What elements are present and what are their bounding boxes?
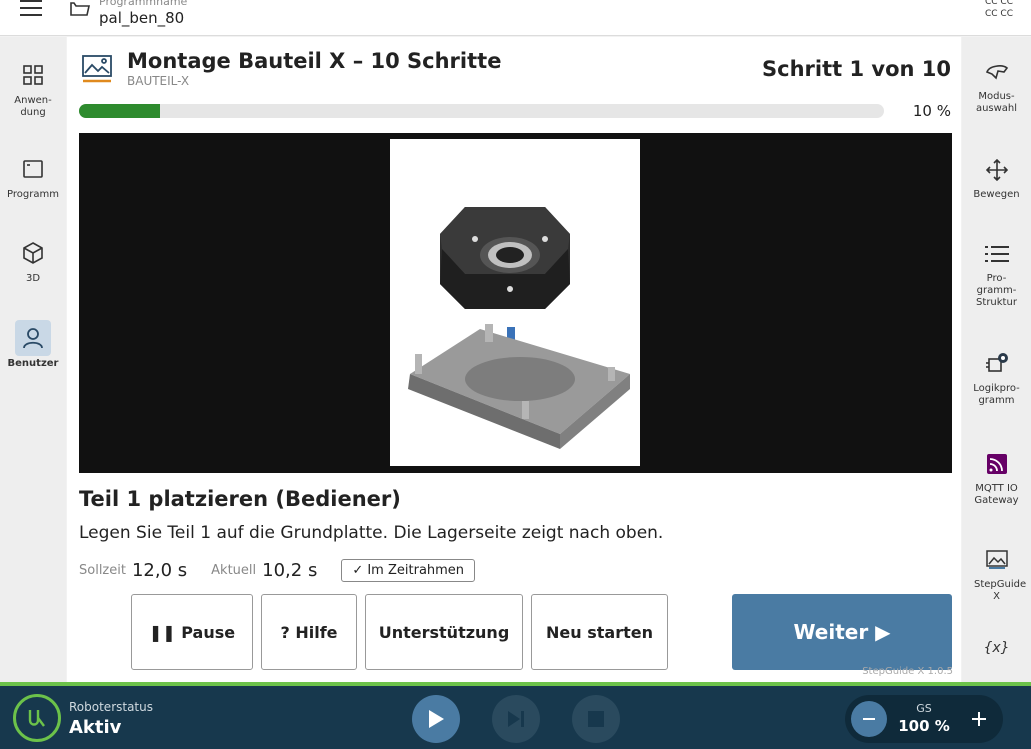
nav-item-logikprogramm[interactable]: Logikpro-gramm <box>962 349 1031 407</box>
bottom-bar: Roboterstatus Aktiv GS 100 % <box>0 686 1031 749</box>
nav-label: Bewegen <box>973 189 1020 200</box>
nav-label: Benutzer <box>7 358 59 369</box>
restart-button[interactable]: Neu starten <box>531 594 668 670</box>
mqtt-icon <box>982 449 1012 479</box>
step-counter: Schritt 1 von 10 <box>762 57 951 81</box>
nav-label: Modus-auswahl <box>975 91 1018 114</box>
list-icon <box>982 239 1012 269</box>
nav-label: Anwen-dung <box>14 95 52 118</box>
step-image-viewer <box>79 133 952 473</box>
help-button[interactable]: ? Hilfe <box>261 594 357 670</box>
menu-icon[interactable] <box>20 0 42 18</box>
actual-time-value: 10,2 s <box>262 559 318 581</box>
nav-label: MQTT IO Gateway <box>974 483 1019 506</box>
folder-icon[interactable] <box>70 0 90 16</box>
program-label: Programmname <box>99 0 188 8</box>
progress-percent: 10 % <box>912 102 951 120</box>
ur-logo-icon[interactable] <box>13 694 61 742</box>
nav-item-programm[interactable]: Programm <box>0 151 66 200</box>
nav-item-bewegen[interactable]: Bewegen <box>962 155 1031 201</box>
main-panel: Montage Bauteil X – 10 Schritte BAUTEIL-… <box>67 37 961 682</box>
program-name[interactable]: pal_ben_80 <box>99 9 184 27</box>
stop-button[interactable] <box>572 695 620 743</box>
top-right-indicator: CC CC CC CC <box>985 0 1013 20</box>
page-title: Montage Bauteil X – 10 Schritte <box>127 49 502 73</box>
speed-increase-button[interactable] <box>961 701 997 737</box>
step-title: Teil 1 platzieren (Bediener) <box>79 487 401 511</box>
mode-icon <box>982 57 1012 87</box>
nav-label: Programm <box>7 189 59 200</box>
nav-label: StepGuide X <box>974 579 1027 602</box>
nav-item-modusauswahl[interactable]: Modus-auswahl <box>962 57 1031 115</box>
move-icon <box>982 155 1012 185</box>
variables-icon: {x} <box>983 640 1010 656</box>
pause-button[interactable]: ❚❚ Pause <box>131 594 253 670</box>
step-description: Legen Sie Teil 1 auf die Grundplatte. Di… <box>79 523 664 543</box>
nav-item-anwendung[interactable]: Anwen-dung <box>0 57 66 119</box>
program-icon <box>15 151 51 187</box>
cube-icon <box>15 235 51 271</box>
image-icon <box>982 545 1012 575</box>
play-button[interactable] <box>412 695 460 743</box>
step-image <box>390 139 640 466</box>
next-button[interactable]: Weiter ▶ <box>732 594 952 670</box>
top-right-line2: CC CC <box>985 9 1013 19</box>
nav-item-stepguide[interactable]: StepGuide X <box>962 545 1031 603</box>
nav-item-variables[interactable]: {x} <box>962 640 1031 656</box>
support-button[interactable]: Unterstützung <box>365 594 523 670</box>
stop-icon <box>588 711 604 727</box>
robot-status-label: Roboterstatus <box>69 700 153 714</box>
logic-icon <box>982 349 1012 379</box>
speed-control: GS 100 % <box>845 695 1003 743</box>
version-label: StepGuide X 1.0.5 <box>862 666 953 677</box>
target-time-label: Sollzeit <box>79 562 126 578</box>
step-forward-button[interactable] <box>492 695 540 743</box>
grid-icon <box>15 57 51 93</box>
plus-icon <box>972 712 986 726</box>
nav-label: Pro-gramm- Struktur <box>976 273 1017 308</box>
status-badge: ✓ Im Zeitrahmen <box>341 558 476 582</box>
minus-icon <box>863 718 875 720</box>
nav-label: Logikpro-gramm <box>973 383 1020 406</box>
nav-item-mqtt[interactable]: MQTT IO Gateway <box>962 449 1031 507</box>
step-forward-icon <box>508 711 524 727</box>
top-bar: Programmname pal_ben_80 CC CC CC CC <box>0 0 1031 36</box>
right-sidebar: Modus-auswahl Bewegen Pro-gramm- Struktur… <box>962 37 1031 682</box>
user-icon <box>15 320 51 356</box>
actual-time-label: Aktuell <box>211 562 257 578</box>
target-time-value: 12,0 s <box>131 559 188 581</box>
nav-item-programmstruktur[interactable]: Pro-gramm- Struktur <box>962 239 1031 309</box>
nav-item-benutzer[interactable]: Benutzer <box>0 320 66 369</box>
progress-fill <box>79 104 160 118</box>
progress-bar <box>79 104 884 118</box>
nav-label: 3D <box>25 273 41 284</box>
left-sidebar: Anwen-dung Programm 3D Benutzer <box>0 37 66 682</box>
assembly-illustration <box>408 207 630 449</box>
nav-item-3d[interactable]: 3D <box>0 235 66 284</box>
play-icon <box>429 710 444 728</box>
image-icon <box>82 55 112 83</box>
top-right-line1: CC CC <box>985 0 1013 7</box>
page-subtitle: BAUTEIL-X <box>127 74 190 88</box>
speed-decrease-button[interactable] <box>851 701 887 737</box>
timing-row: Sollzeit 12,0 s Aktuell 10,2 s ✓ Im Zeit… <box>79 557 476 583</box>
robot-status-value: Aktiv <box>69 717 122 738</box>
